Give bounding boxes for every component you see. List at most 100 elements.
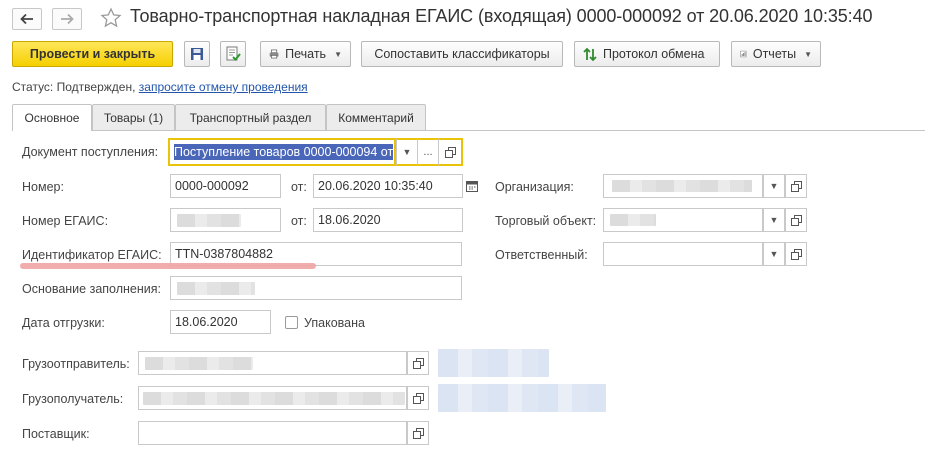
exchange-arrows-icon (583, 47, 597, 61)
receipt-doc-dropdown-button[interactable]: ▼ (396, 138, 418, 166)
supplier-open-button[interactable] (407, 421, 429, 445)
ship-date-value: 18.06.2020 (175, 315, 238, 329)
window-title: Товарно-транспортная накладная ЕГАИС (вх… (130, 6, 873, 26)
ellipsis-icon: ... (423, 146, 433, 158)
chevron-down-icon: ▼ (804, 49, 812, 59)
shipper-field[interactable] (138, 351, 407, 375)
fill-basis-field[interactable] (170, 276, 462, 300)
egais-number-label: Номер ЕГАИС: (22, 214, 109, 228)
chevron-down-icon: ▼ (769, 181, 779, 191)
open-window-icon (412, 427, 424, 439)
post-document-icon (226, 46, 241, 61)
chevron-down-icon: ▼ (769, 215, 779, 225)
compare-classifiers-button[interactable]: Сопоставить классификаторы (361, 41, 563, 67)
number-field[interactable]: 0000-000092 (170, 174, 281, 198)
cancel-posting-link[interactable]: запросите отмену проведения (139, 80, 308, 94)
calendar-icon[interactable] (466, 180, 478, 195)
print-label: Печать (285, 47, 327, 61)
packed-checkbox[interactable] (285, 316, 298, 329)
responsible-field[interactable] (603, 242, 763, 266)
save-button[interactable] (184, 41, 210, 67)
responsible-label: Ответственный: (495, 248, 588, 262)
receipt-doc-label: Документ поступления: (22, 145, 159, 159)
reports-label: Отчеты (752, 47, 797, 61)
status-value: Подтвержден, (56, 80, 136, 94)
egais-date-value: 18.06.2020 (318, 213, 381, 227)
shipper-open-button[interactable] (407, 351, 429, 375)
redacted-value (610, 214, 656, 226)
status-prefix: Статус: (12, 80, 54, 94)
redacted-value (177, 282, 255, 295)
tab-main[interactable]: Основное (12, 104, 92, 131)
post-and-close-label: Провести и закрыть (29, 47, 156, 61)
egais-id-label: Идентификатор ЕГАИС: (22, 248, 162, 262)
favorite-star-icon[interactable] (100, 7, 122, 32)
number-label: Номер: (22, 180, 64, 194)
receipt-doc-select-button[interactable]: ... (417, 138, 439, 166)
responsible-dropdown-button[interactable]: ▼ (763, 242, 785, 266)
packed-label: Упакована (304, 316, 365, 330)
open-window-icon (790, 248, 802, 260)
open-window-icon (790, 180, 802, 192)
save-icon (191, 48, 203, 60)
forward-button[interactable] (52, 8, 82, 30)
redacted-value (177, 214, 241, 227)
redacted-value (612, 180, 752, 192)
receipt-doc-value: Поступление товаров 0000-000094 от (174, 144, 394, 160)
exchange-protocol-label: Протокол обмена (603, 47, 705, 61)
highlight-underline (20, 263, 316, 269)
egais-date-field[interactable]: 18.06.2020 (313, 208, 463, 232)
egais-number-field[interactable] (170, 208, 281, 232)
responsible-open-button[interactable] (785, 242, 807, 266)
date-from-label: от: (291, 180, 307, 194)
trade-object-label: Торговый объект: (495, 214, 597, 228)
open-window-icon (444, 146, 456, 158)
tab-comment[interactable]: Комментарий (326, 104, 426, 130)
ship-date-field[interactable]: 18.06.2020 (170, 310, 271, 334)
trade-object-dropdown-button[interactable]: ▼ (763, 208, 785, 232)
supplier-label: Поставщик: (22, 427, 90, 441)
post-and-close-button[interactable]: Провести и закрыть (12, 41, 173, 67)
reports-menu-button[interactable]: Отчеты ▼ (731, 41, 821, 67)
date-field[interactable]: 20.06.2020 10:35:40 (313, 174, 463, 198)
tab-transport-label: Транспортный раздел (189, 110, 312, 125)
consignee-field[interactable] (138, 386, 407, 410)
open-window-icon (412, 357, 424, 369)
supplier-field[interactable] (138, 421, 407, 445)
tab-main-label: Основное (24, 111, 80, 125)
redacted-value (143, 392, 405, 405)
receipt-doc-open-button[interactable] (438, 138, 463, 166)
exchange-protocol-button[interactable]: Протокол обмена (574, 41, 720, 67)
tab-divider (12, 130, 925, 131)
fill-basis-label: Основание заполнения: (22, 282, 161, 296)
status-line: Статус: Подтвержден, запросите отмену пр… (12, 80, 308, 94)
organization-label: Организация: (495, 180, 574, 194)
report-icon (740, 50, 747, 58)
trade-object-open-button[interactable] (785, 208, 807, 232)
ship-date-label: Дата отгрузки: (22, 316, 105, 330)
compare-classifiers-label: Сопоставить классификаторы (374, 47, 550, 61)
organization-dropdown-button[interactable]: ▼ (763, 174, 785, 198)
number-value: 0000-000092 (175, 179, 249, 193)
redacted-info (438, 384, 606, 412)
tab-goods[interactable]: Товары (1) (92, 104, 175, 130)
arrow-left-icon (20, 13, 33, 25)
consignee-open-button[interactable] (407, 386, 429, 410)
post-button[interactable] (220, 41, 246, 67)
arrow-right-icon (61, 13, 74, 25)
shipper-label: Грузоотправитель: (22, 357, 130, 371)
tab-comment-label: Комментарий (338, 110, 414, 125)
print-menu-button[interactable]: Печать ▼ (260, 41, 351, 67)
egais-date-from-label: от: (291, 214, 307, 228)
back-button[interactable] (12, 8, 42, 30)
organization-field[interactable] (603, 174, 763, 198)
organization-open-button[interactable] (785, 174, 807, 198)
chevron-down-icon: ▼ (334, 49, 342, 59)
open-window-icon (790, 214, 802, 226)
redacted-info (438, 349, 549, 377)
consignee-label: Грузополучатель: (22, 392, 124, 406)
trade-object-field[interactable] (603, 208, 763, 232)
receipt-doc-field[interactable]: Поступление товаров 0000-000094 от (168, 138, 396, 166)
tab-goods-label: Товары (1) (103, 110, 164, 125)
tab-transport[interactable]: Транспортный раздел (175, 104, 326, 130)
